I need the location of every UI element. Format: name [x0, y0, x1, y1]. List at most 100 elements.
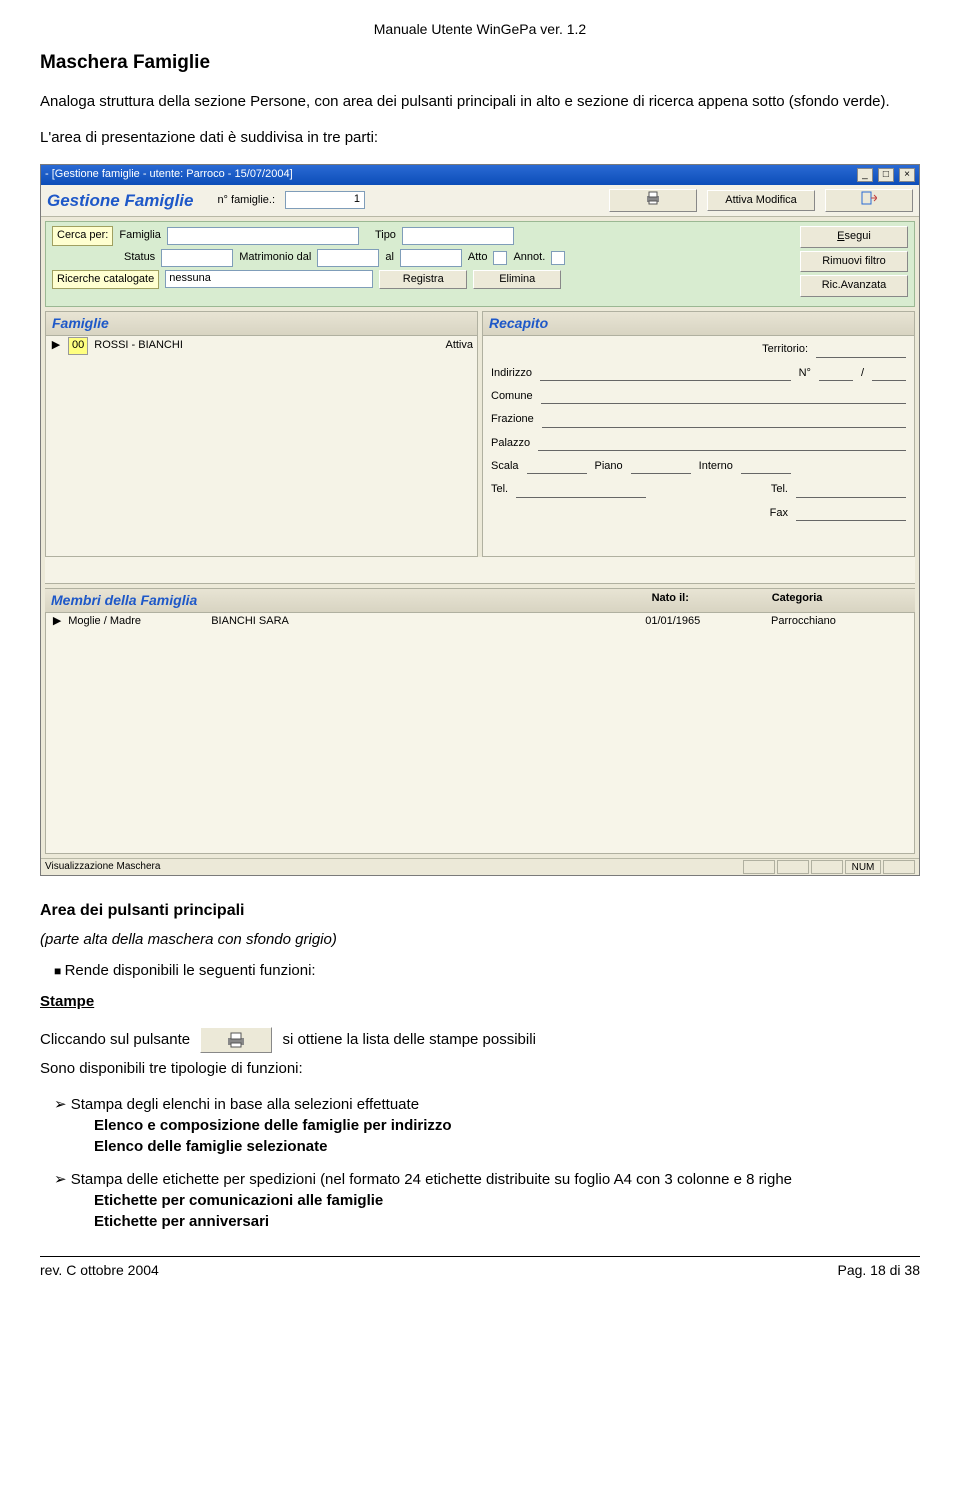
status-label: Status	[124, 250, 155, 265]
arrow1-b2: Elenco delle famiglie selezionate	[94, 1136, 920, 1157]
annot-label: Annot.	[513, 250, 545, 265]
indirizzo-label: Indirizzo	[491, 366, 532, 381]
famiglia-code: 00	[68, 337, 88, 354]
row-marker-icon: ▶	[50, 338, 62, 353]
footer-right: Pag. 18 di 38	[837, 1261, 920, 1281]
section-title: Maschera Famiglie	[40, 50, 920, 77]
scala-label: Scala	[491, 459, 519, 474]
tel1-label: Tel.	[491, 482, 508, 497]
stampe-title: Stampe	[40, 991, 920, 1012]
member-name: BIANCHI SARA	[211, 614, 639, 629]
nato-header: Nato il:	[652, 591, 772, 611]
slash-label: /	[861, 366, 864, 381]
matrimonio-al-input[interactable]	[400, 249, 462, 267]
comune-field[interactable]	[541, 389, 906, 404]
famiglia-name: ROSSI - BIANCHI	[94, 338, 183, 353]
tipo-label: Tipo	[375, 228, 396, 243]
app-title: Gestione Famiglie	[47, 189, 193, 213]
tipo-select[interactable]	[402, 227, 514, 245]
palazzo-label: Palazzo	[491, 436, 530, 451]
famiglia-status: Attiva	[445, 338, 473, 353]
ricerche-label: Ricerche catalogate	[52, 270, 159, 289]
cerca-per-label: Cerca per:	[52, 226, 113, 245]
matrimonio-label: Matrimonio dal	[239, 250, 311, 265]
stampe-line2: Sono disponibili tre tipologie di funzio…	[40, 1058, 920, 1079]
footer-left: rev. C ottobre 2004	[40, 1261, 159, 1281]
elimina-button[interactable]: Elimina	[473, 270, 561, 289]
territorio-field[interactable]	[816, 343, 906, 358]
n-label: N°	[799, 366, 811, 381]
print-button[interactable]	[609, 189, 697, 212]
membri-header: Membri della Famiglia	[51, 591, 523, 611]
famiglia-input[interactable]	[167, 227, 359, 245]
fax-label: Fax	[770, 506, 788, 521]
comune-label: Comune	[491, 389, 533, 404]
registra-button[interactable]: Registra	[379, 270, 467, 289]
status-box	[883, 860, 915, 874]
palazzo-field[interactable]	[538, 436, 906, 451]
tel2-label: Tel.	[771, 482, 788, 497]
piano-label: Piano	[595, 459, 623, 474]
n2-field[interactable]	[872, 366, 906, 381]
attiva-modifica-button[interactable]: Attiva Modifica	[707, 190, 815, 211]
esegui-button[interactable]: EEseguisegui	[800, 226, 908, 247]
statusbar-text: Visualizzazione Maschera	[45, 860, 160, 874]
member-row[interactable]: ▶ Moglie / Madre BIANCHI SARA 01/01/1965…	[46, 613, 914, 630]
tel1-field[interactable]	[516, 483, 646, 498]
atto-label: Atto	[468, 250, 488, 265]
member-date: 01/01/1965	[645, 614, 765, 629]
rimuovi-filtro-button[interactable]: Rimuovi filtro	[800, 251, 908, 272]
territorio-label: Territorio:	[762, 342, 808, 357]
arrow1-b1: Elenco e composizione delle famiglie per…	[94, 1115, 920, 1136]
member-role: Moglie / Madre	[68, 614, 205, 629]
arrow2-b2: Etichette per anniversari	[94, 1211, 920, 1232]
arrow1-text: Stampa degli elenchi in base alla selezi…	[71, 1096, 419, 1113]
minimize-icon[interactable]: _	[857, 168, 873, 182]
famiglie-row[interactable]: ▶ 00 ROSSI - BIANCHI Attiva	[46, 336, 477, 355]
matrimonio-dal-input[interactable]	[317, 249, 379, 267]
exit-button[interactable]	[825, 189, 913, 212]
app-screenshot: - [Gestione famiglie - utente: Parroco -…	[40, 164, 920, 876]
n-field[interactable]	[819, 366, 853, 381]
tel2-field[interactable]	[796, 483, 906, 498]
atto-checkbox[interactable]	[493, 251, 507, 265]
status-box	[743, 860, 775, 874]
famiglia-label: Famiglia	[119, 228, 161, 243]
intro-1: Analoga struttura della sezione Persone,…	[40, 91, 920, 112]
arrow2-text: Stampa delle etichette per spedizioni (n…	[71, 1171, 792, 1188]
status-box	[811, 860, 843, 874]
bullet-funzioni: Rende disponibili le seguenti funzioni:	[54, 960, 920, 981]
stampe-line: Cliccando sul pulsante si ottiene la lis…	[40, 1027, 920, 1053]
ric-avanzata-button[interactable]: Ric.Avanzata	[800, 275, 908, 296]
area-pulsanti-subtitle: (parte alta della maschera con sfondo gr…	[40, 929, 920, 950]
interno-label: Interno	[699, 459, 733, 474]
frazione-field[interactable]	[542, 413, 906, 428]
intro-2: L'area di presentazione dati è suddivisa…	[40, 127, 920, 148]
print-icon-button[interactable]	[200, 1027, 272, 1053]
frazione-label: Frazione	[491, 412, 534, 427]
status-num: NUM	[845, 860, 881, 874]
status-select[interactable]	[161, 249, 233, 267]
status-box	[777, 860, 809, 874]
recapito-panel-header: Recapito	[483, 312, 914, 337]
annot-checkbox[interactable]	[551, 251, 565, 265]
categoria-header: Categoria	[772, 591, 909, 611]
arrow2-b1: Etichette per comunicazioni alle famigli…	[94, 1190, 920, 1211]
indirizzo-field[interactable]	[540, 366, 791, 381]
piano-field[interactable]	[631, 459, 691, 474]
n-famiglie-label: n° famiglie.:	[217, 193, 275, 208]
ricerche-select[interactable]: nessuna	[165, 270, 373, 288]
doc-header: Manuale Utente WinGePa ver. 1.2	[40, 20, 920, 40]
interno-field[interactable]	[741, 459, 791, 474]
window-title: - [Gestione famiglie - utente: Parroco -…	[45, 167, 293, 182]
famiglie-panel-header: Famiglie	[46, 312, 477, 337]
scala-field[interactable]	[527, 459, 587, 474]
area-pulsanti-title: Area dei pulsanti principali	[40, 900, 920, 922]
row-marker-icon: ▶	[52, 614, 62, 629]
member-category: Parrocchiano	[771, 614, 908, 629]
al-label: al	[385, 250, 394, 265]
n-famiglie-value: 1	[285, 191, 365, 209]
maximize-icon[interactable]: □	[878, 168, 894, 182]
fax-field[interactable]	[796, 506, 906, 521]
close-icon[interactable]: ×	[899, 168, 915, 182]
